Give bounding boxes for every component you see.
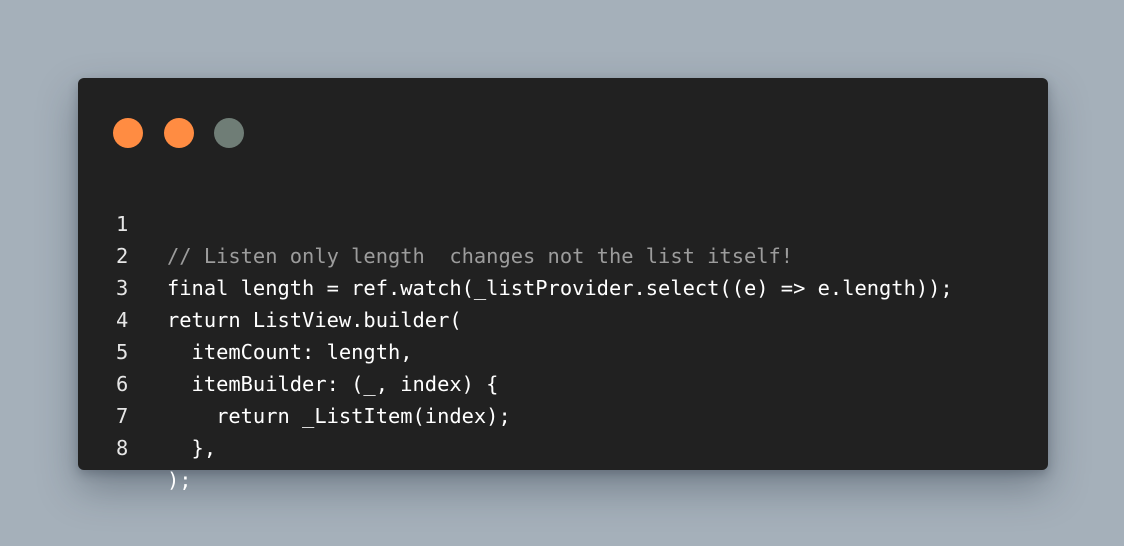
code-text: ); [167, 468, 192, 492]
zoom-dot-icon[interactable] [214, 118, 244, 148]
code-line: 4 itemCount: length, [78, 272, 1048, 364]
code-line: 7 }, [78, 368, 1048, 460]
code-text: }, [167, 436, 217, 460]
code-window: 1 // Listen only length changes not the … [78, 78, 1048, 492]
close-dot-icon[interactable] [113, 118, 143, 148]
code-line: 6 return _ListItem(index); [78, 336, 1048, 428]
code-line: 8 ); [78, 400, 1048, 492]
code-line: 5 itemBuilder: (_, index) { [78, 304, 1048, 396]
code-line: 2 final length = ref.watch(_listProvider… [78, 208, 1048, 300]
code-line: 3 return ListView.builder( [78, 240, 1048, 332]
code-line: 1 // Listen only length changes not the … [78, 176, 1048, 268]
minimize-dot-icon[interactable] [164, 118, 194, 148]
line-number: 8 [116, 436, 129, 460]
code-block: 1 // Listen only length changes not the … [78, 176, 1048, 492]
